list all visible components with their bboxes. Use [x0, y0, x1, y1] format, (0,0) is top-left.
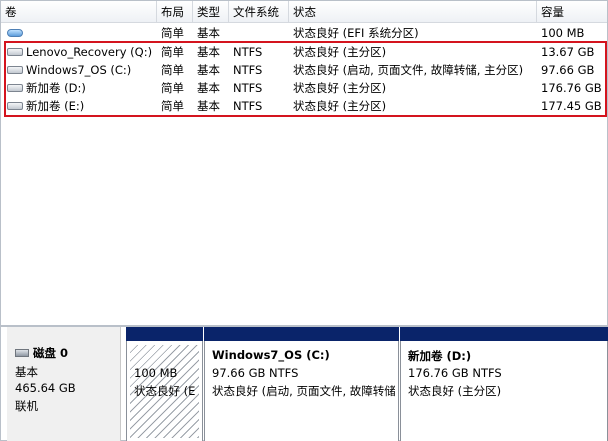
- partition-status: 状态良好 (E: [134, 384, 196, 398]
- volume-layout: 简单: [161, 26, 184, 40]
- partition-bar: [400, 327, 608, 341]
- selection-highlight-outline: [4, 41, 607, 117]
- partition-size: 100 MB: [134, 366, 178, 380]
- efi-volume-icon: [7, 28, 23, 37]
- partition-status: 状态良好 (主分区): [408, 384, 502, 398]
- column-header-volume[interactable]: 卷: [1, 1, 157, 23]
- disk-type: 基本: [15, 365, 38, 379]
- disk-icon: [15, 348, 29, 357]
- partition-bar: [126, 327, 203, 341]
- disk-state: 联机: [15, 399, 38, 413]
- volume-list: 卷 布局 类型 文件系统 状态 容量 简单 基本 状态良好 (EFI 系统分区)…: [0, 0, 608, 326]
- partition-size: 176.76 GB NTFS: [408, 366, 502, 380]
- partition-bar: [204, 327, 399, 341]
- disk-0-info[interactable]: 磁盘 0 基本 465.64 GB 联机: [7, 327, 121, 441]
- partition-status: 状态良好 (启动, 页面文件, 故障转储: [212, 384, 395, 398]
- disk-size: 465.64 GB: [15, 381, 76, 395]
- volume-type: 基本: [197, 26, 220, 40]
- partition-efi[interactable]: 100 MB 状态良好 (E: [126, 327, 203, 441]
- volume-status: 状态良好 (EFI 系统分区): [293, 26, 419, 40]
- disk-name: 磁盘 0: [33, 346, 69, 360]
- partition-d[interactable]: 新加卷 (D:) 176.76 GB NTFS 状态良好 (主分区): [400, 327, 608, 441]
- column-header-capacity[interactable]: 容量: [537, 1, 607, 23]
- partition-title: 新加卷 (D:): [408, 349, 472, 363]
- partition-title: Windows7_OS (C:): [212, 348, 330, 362]
- volume-capacity: 100 MB: [541, 26, 585, 40]
- partition-windows7-os[interactable]: Windows7_OS (C:) 97.66 GB NTFS 状态良好 (启动,…: [204, 327, 399, 441]
- disk-map: 磁盘 0 基本 465.64 GB 联机 100 MB 状态良好 (E Wind…: [0, 326, 608, 441]
- volume-row-efi[interactable]: 简单 基本 状态良好 (EFI 系统分区) 100 MB: [1, 24, 607, 42]
- column-header-status[interactable]: 状态: [289, 1, 537, 23]
- column-header-type[interactable]: 类型: [193, 1, 229, 23]
- column-header-layout[interactable]: 布局: [157, 1, 193, 23]
- column-header-filesystem[interactable]: 文件系统: [229, 1, 289, 23]
- volume-filesystem: [229, 24, 289, 42]
- column-header-row: 卷 布局 类型 文件系统 状态 容量: [1, 1, 607, 23]
- partition-size: 97.66 GB NTFS: [212, 366, 299, 380]
